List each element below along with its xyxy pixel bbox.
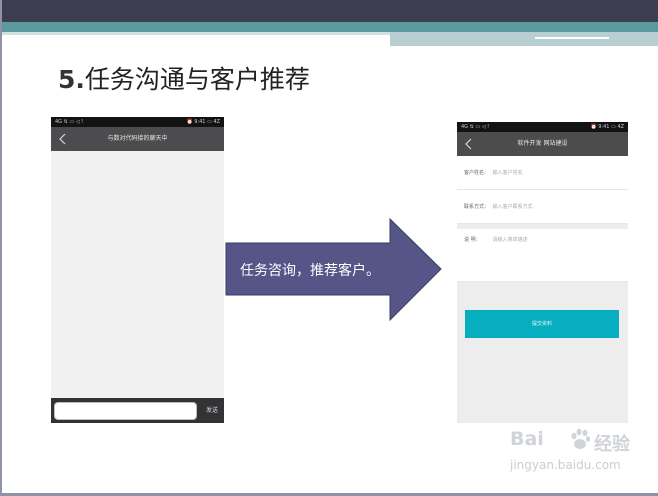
- watermark-brand: Bai: [510, 428, 544, 450]
- chat-title: 与数对代码接的聊天中: [107, 135, 168, 142]
- watermark-brand-suffix: 经验: [594, 434, 630, 455]
- watermark-url: jingyan.baidu.com: [510, 458, 621, 472]
- status-bar: 4G ⇅ ▭ ◁ ! ⏰ 9:41 ▭ 4Z: [457, 122, 628, 132]
- chat-message-area[interactable]: [51, 151, 224, 398]
- form-title: 软件开发 网站建设: [517, 140, 568, 147]
- arrow-caption: 任务咨询，推荐客户。: [240, 263, 380, 279]
- status-signal-icons: 4G ⇅ ▭ ◁ !: [55, 119, 84, 125]
- description-row[interactable]: 说 明： 请输入简单描述: [457, 224, 628, 282]
- nav-bar: 软件开发 网站建设: [457, 132, 628, 156]
- baidu-watermark: Bai 经验 jingyan.baidu.com: [510, 428, 645, 490]
- slide-header-accent: [0, 22, 658, 32]
- slide-border-left: [0, 0, 2, 496]
- contact-row[interactable]: 联系方式： 输入客户联系方式: [457, 190, 628, 224]
- slide-header-band: [0, 0, 658, 22]
- description-input[interactable]: 请输入简单描述: [493, 237, 528, 243]
- slide-header-block: [390, 32, 658, 46]
- phone-recommend-screen: 4G ⇅ ▭ ◁ ! ⏰ 9:41 ▭ 4Z 软件开发 网站建设 客户姓名： 输…: [457, 122, 628, 423]
- slide-title: 5.任务沟通与客户推荐: [58, 60, 310, 96]
- slide-title-number: 5.: [58, 65, 85, 94]
- slide-title-text: 任务沟通与客户推荐: [84, 65, 310, 94]
- chat-input-bar: 发送: [51, 398, 224, 423]
- slide-header-line: [535, 37, 609, 39]
- customer-name-label: 客户姓名：: [464, 170, 490, 176]
- phone-chat-screen: 4G ⇅ ▭ ◁ ! ⏰ 9:41 ▭ 4Z 与数对代码接的聊天中 发送: [51, 117, 224, 423]
- chat-text-input[interactable]: [54, 402, 197, 420]
- description-label: 说 明：: [464, 237, 481, 243]
- send-button[interactable]: 发送: [201, 398, 223, 423]
- customer-name-input[interactable]: 输入客户姓名: [493, 170, 523, 176]
- customer-name-row[interactable]: 客户姓名： 输入客户姓名: [457, 156, 628, 190]
- status-signal-icons: 4G ⇅ ▭ ◁ !: [461, 124, 490, 130]
- nav-bar: 与数对代码接的聊天中: [51, 127, 224, 151]
- status-bar: 4G ⇅ ▭ ◁ ! ⏰ 9:41 ▭ 4Z: [51, 117, 224, 127]
- status-battery-icons: ⏰ 9:41 ▭ 4Z: [590, 124, 624, 130]
- paw-icon: [571, 428, 591, 449]
- status-battery-icons: ⏰ 9:41 ▭ 4Z: [186, 119, 220, 125]
- contact-label: 联系方式：: [464, 204, 490, 210]
- submit-button[interactable]: 提交资料: [465, 310, 619, 338]
- slide-header-stripe: [0, 32, 390, 35]
- recommend-form: 客户姓名： 输入客户姓名 联系方式： 输入客户联系方式 说 明： 请输入简单描述: [457, 156, 628, 282]
- contact-input[interactable]: 输入客户联系方式: [493, 204, 533, 210]
